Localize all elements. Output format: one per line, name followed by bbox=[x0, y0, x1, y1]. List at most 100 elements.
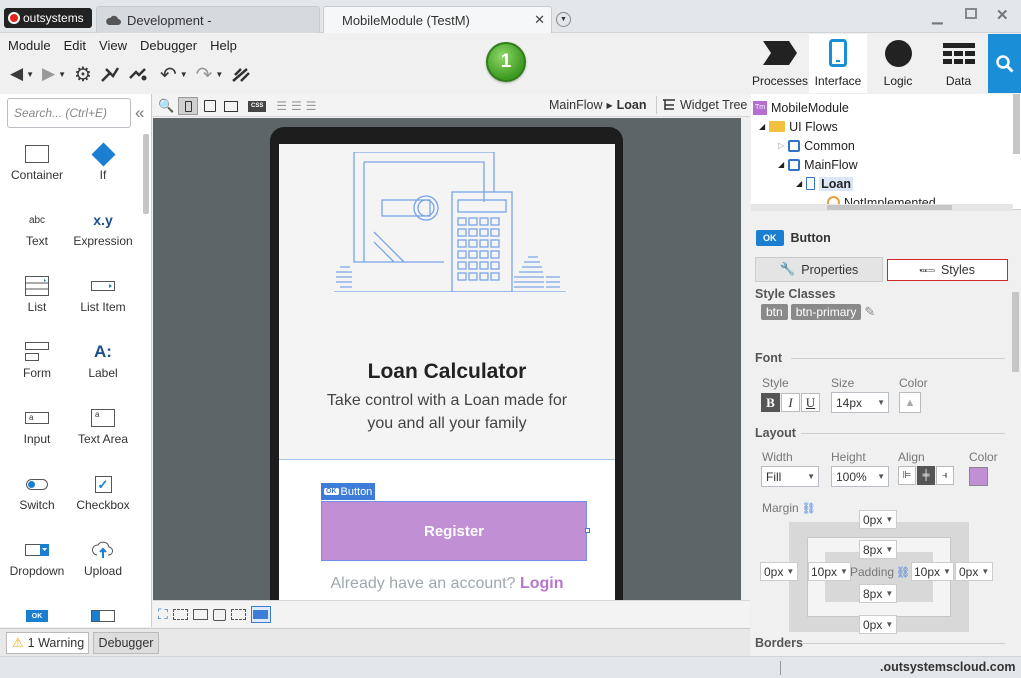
edit-pencil-icon[interactable]: ✎ bbox=[864, 304, 875, 320]
link-icon[interactable]: ⛓ bbox=[896, 566, 910, 579]
global-search-button[interactable] bbox=[988, 34, 1021, 93]
widget-text-area[interactable]: a Text Area bbox=[70, 404, 136, 464]
button-outline-icon[interactable] bbox=[250, 606, 271, 623]
padding-bottom-select[interactable]: 8px ▼ bbox=[859, 584, 898, 603]
underline-button[interactable]: U bbox=[801, 393, 820, 412]
width-select[interactable]: Fill ▼ bbox=[761, 466, 819, 487]
margin-left-select[interactable]: 0px ▼ bbox=[760, 562, 799, 581]
widget-form[interactable]: Form bbox=[4, 338, 70, 398]
menu-view[interactable]: View bbox=[99, 38, 127, 53]
padding-left-select[interactable]: 10px ▼ bbox=[808, 562, 851, 581]
tab-properties[interactable]: 🔧 Properties bbox=[755, 257, 883, 282]
height-select[interactable]: 100% ▼ bbox=[831, 466, 889, 487]
padding-right-select[interactable]: 10px ▼ bbox=[911, 562, 954, 581]
page-subtitle[interactable]: Take control with a Loan made for you an… bbox=[314, 389, 580, 435]
bold-button[interactable]: B bbox=[761, 393, 780, 412]
breakpoint-icon[interactable] bbox=[128, 66, 148, 82]
widget-text[interactable]: abc Text bbox=[4, 206, 70, 266]
menu-help[interactable]: Help bbox=[210, 38, 237, 53]
bg-color-swatch[interactable] bbox=[969, 467, 988, 486]
widget-checkbox[interactable]: ✓ Checkbox bbox=[70, 470, 136, 530]
align-left-icon[interactable]: ☰ bbox=[276, 99, 287, 113]
close-icon[interactable]: ✕ bbox=[996, 6, 1009, 24]
align-right-icon[interactable]: ☰ bbox=[306, 99, 317, 113]
forward-dropdown-icon[interactable]: ▼ bbox=[58, 70, 66, 79]
expand-icon[interactable]: ◢ bbox=[778, 160, 784, 169]
nav-data[interactable]: Data bbox=[929, 34, 988, 93]
back-dropdown-icon[interactable]: ▼ bbox=[26, 70, 34, 79]
widget-switch[interactable]: Switch bbox=[4, 470, 70, 530]
expand-icon[interactable]: ◢ bbox=[796, 179, 802, 188]
breadcrumb-screen[interactable]: Loan bbox=[617, 98, 647, 112]
debugger-tab[interactable]: Debugger bbox=[93, 632, 159, 654]
forward-icon[interactable]: ▶ bbox=[42, 64, 55, 84]
menu-module[interactable]: Module bbox=[8, 38, 51, 53]
tree-item-loan[interactable]: ◢ Loan bbox=[796, 174, 854, 193]
publish-icon[interactable] bbox=[231, 65, 253, 83]
preview-icon[interactable]: 🔍 bbox=[158, 98, 174, 114]
link-icon[interactable]: ⛓ bbox=[802, 502, 816, 515]
widget-list-item[interactable]: List Item bbox=[70, 272, 136, 332]
menu-edit[interactable]: Edit bbox=[64, 38, 86, 53]
style-class-tag[interactable]: btn-primary bbox=[790, 304, 862, 320]
widget-container[interactable]: Container bbox=[4, 140, 70, 200]
tree-item-ui-flows[interactable]: ◢ UI Flows bbox=[759, 117, 838, 136]
undo-icon[interactable]: ↶ bbox=[160, 62, 177, 87]
tab-styles[interactable]: 🖌 Styles bbox=[887, 259, 1008, 281]
italic-button[interactable]: I bbox=[781, 393, 800, 412]
margin-top-select[interactable]: 0px ▼ bbox=[859, 510, 898, 529]
widget-tree-button[interactable]: Widget Tree bbox=[662, 98, 747, 112]
design-canvas[interactable]: Loan Calculator Take control with a Loan… bbox=[153, 118, 741, 600]
collapse-toolbox-icon[interactable]: « bbox=[135, 103, 144, 123]
tree-horizontal-scrollbar[interactable] bbox=[751, 204, 1013, 211]
tree-item-mainflow[interactable]: ◢ MainFlow bbox=[778, 155, 858, 174]
page-title[interactable]: Loan Calculator bbox=[279, 360, 615, 384]
minimize-icon[interactable]: ▁ bbox=[932, 8, 943, 25]
align-right-icon[interactable]: ⫣ bbox=[936, 466, 954, 485]
redo-dropdown-icon[interactable]: ▼ bbox=[215, 70, 223, 79]
resize-handle[interactable] bbox=[585, 528, 590, 533]
rotate-view-icon[interactable] bbox=[224, 100, 239, 112]
gear-icon[interactable]: ⚙ bbox=[74, 62, 92, 87]
register-button[interactable]: Register bbox=[321, 501, 587, 561]
tab-close-icon[interactable]: ✕ bbox=[534, 12, 545, 28]
nav-interface[interactable]: Interface bbox=[809, 34, 867, 93]
outsystems-logo[interactable]: outsystems bbox=[4, 8, 92, 28]
font-size-select[interactable]: 14px ▼ bbox=[831, 392, 889, 413]
tree-scrollbar[interactable] bbox=[1013, 94, 1020, 154]
login-link[interactable]: Login bbox=[520, 575, 564, 592]
select-parent-icon[interactable]: ⛶ bbox=[158, 606, 168, 623]
toolbox-search-input[interactable]: Search... (Ctrl+E) bbox=[7, 98, 131, 128]
tab-environment[interactable]: Development - bbox=[96, 6, 320, 33]
css-icon[interactable]: CSS bbox=[248, 100, 267, 112]
block-outline-icon[interactable] bbox=[192, 609, 208, 620]
widget-input[interactable]: a Input bbox=[4, 404, 70, 464]
expand-icon[interactable]: ◢ bbox=[759, 122, 765, 131]
redo-icon[interactable]: ↷ bbox=[196, 62, 213, 87]
margin-bottom-select[interactable]: 0px ▼ bbox=[859, 615, 898, 634]
margin-right-select[interactable]: 0px ▼ bbox=[955, 562, 994, 581]
align-center-icon[interactable]: ╪ bbox=[917, 466, 935, 485]
widget-label-tool[interactable]: A: Label bbox=[70, 338, 136, 398]
mobile-screen[interactable]: Loan Calculator Take control with a Loan… bbox=[279, 144, 615, 600]
align-left-icon[interactable]: ⊫ bbox=[898, 466, 916, 485]
breadcrumb-flow[interactable]: MainFlow bbox=[549, 98, 603, 112]
canvas-scrollbar[interactable] bbox=[741, 118, 750, 600]
tree-item-common[interactable]: ▷ Common bbox=[778, 136, 855, 155]
widget-upload[interactable]: Upload bbox=[70, 536, 136, 596]
debug-icon[interactable] bbox=[100, 65, 120, 83]
list-outline-icon[interactable] bbox=[230, 609, 246, 620]
nav-processes[interactable]: Processes bbox=[751, 34, 809, 93]
menu-debugger[interactable]: Debugger bbox=[140, 38, 197, 53]
tab-dropdown-icon[interactable]: ▼ bbox=[556, 12, 571, 27]
properties-scrollbar[interactable] bbox=[1012, 292, 1019, 372]
nav-logic[interactable]: Logic bbox=[867, 34, 929, 93]
warnings-tab[interactable]: ⚠ 1 Warning bbox=[6, 632, 89, 654]
widget-if[interactable]: If bbox=[70, 140, 136, 200]
collapsed-icon[interactable]: ▷ bbox=[778, 141, 784, 150]
align-center-icon[interactable]: ☰ bbox=[291, 99, 302, 113]
publish-button[interactable]: 1 bbox=[486, 42, 526, 82]
widget-list[interactable]: List bbox=[4, 272, 70, 332]
padding-top-select[interactable]: 8px ▼ bbox=[859, 540, 898, 559]
maximize-icon[interactable] bbox=[965, 8, 977, 19]
